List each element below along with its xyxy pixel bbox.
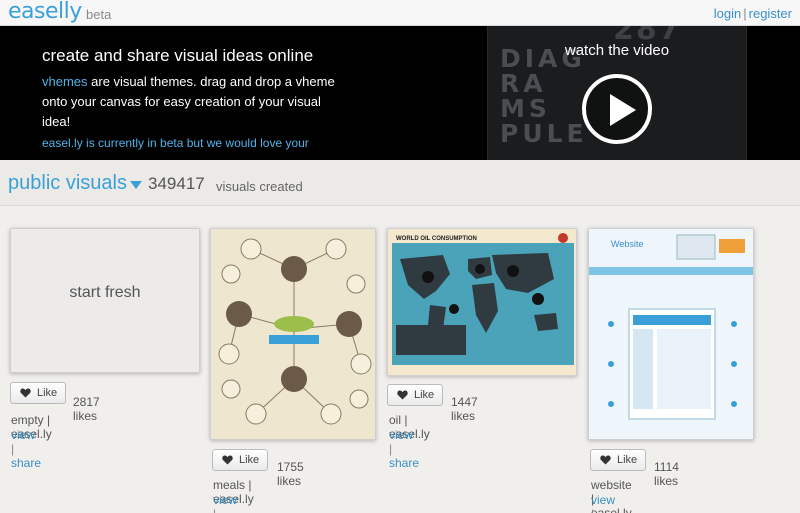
video-bg-line: PULE xyxy=(500,119,588,148)
like-button[interactable]: Like xyxy=(590,449,646,471)
card-links: view | share xyxy=(591,493,621,513)
like-label: Like xyxy=(37,387,58,399)
node xyxy=(281,366,307,392)
website-thumbnail[interactable]: Website xyxy=(588,228,754,440)
video-bg-line: MS xyxy=(500,94,551,123)
video-bg-text: DIAG RA MS PULE xyxy=(500,46,588,146)
card-links: view | share xyxy=(213,493,243,513)
node xyxy=(336,311,362,337)
video-preview[interactable]: 287 DIAG RA MS PULE watch the video xyxy=(487,26,747,160)
meals-thumbnail[interactable] xyxy=(210,228,376,440)
link-separator: | xyxy=(11,442,15,456)
tag xyxy=(719,239,745,253)
link-separator: | xyxy=(389,442,393,456)
share-link[interactable]: share xyxy=(11,456,41,470)
salad-bowl xyxy=(274,316,314,332)
view-link[interactable]: view xyxy=(213,493,237,507)
stripe xyxy=(589,267,753,275)
heart-icon xyxy=(222,455,233,465)
stats-box xyxy=(396,325,466,355)
monitor xyxy=(676,234,716,260)
badge xyxy=(558,233,568,243)
like-button[interactable]: Like xyxy=(387,384,443,406)
beta-label: beta xyxy=(86,7,112,22)
like-button[interactable]: Like xyxy=(212,449,268,471)
start-fresh-label: start fresh xyxy=(69,284,141,301)
hero-title: create and share visual ideas online xyxy=(42,46,314,65)
like-count: 1447 likes xyxy=(451,395,478,423)
link-separator: | xyxy=(591,507,594,513)
like-count: 1114 likes xyxy=(654,460,679,488)
card-links: view | share xyxy=(389,428,419,470)
wire-header xyxy=(633,315,711,325)
like-label: Like xyxy=(239,454,260,466)
node xyxy=(281,256,307,282)
visuals-count: 349417 xyxy=(148,174,205,193)
oil-thumbnail[interactable]: WORLD OIL CONSUMPTION xyxy=(387,228,577,376)
meals-infographic xyxy=(211,229,375,439)
view-link[interactable]: view xyxy=(11,428,35,442)
logo[interactable]: easelly xyxy=(8,0,82,24)
video-bg-line: RA xyxy=(500,69,547,98)
auth-links: login | register xyxy=(714,6,792,21)
register-link[interactable]: register xyxy=(749,6,792,21)
wire-body xyxy=(657,329,711,409)
like-count: 2817 likes xyxy=(73,395,100,423)
wire-sidebar xyxy=(633,329,653,409)
start-fresh-thumbnail[interactable]: start fresh xyxy=(10,228,200,373)
section-title[interactable]: public visuals xyxy=(8,172,127,195)
share-link[interactable]: share xyxy=(389,456,419,470)
auth-separator: | xyxy=(743,6,747,21)
vhemes-link[interactable]: vhemes xyxy=(42,74,88,89)
heart-icon xyxy=(397,390,408,400)
view-link[interactable]: view xyxy=(389,428,413,442)
section-header: public visuals 349417 visuals created xyxy=(0,160,800,206)
node xyxy=(226,301,252,327)
like-count: 1755 likes xyxy=(277,460,304,488)
like-label: Like xyxy=(617,454,638,466)
beverages-banner xyxy=(269,335,319,344)
link-separator: | xyxy=(213,507,216,513)
top-bar: easelly beta login | register xyxy=(0,0,800,26)
play-button[interactable] xyxy=(582,74,652,144)
website-thumb-title: Website xyxy=(611,239,643,249)
watch-video-label: watch the video xyxy=(564,42,670,59)
oil-infographic: WORLD OIL CONSUMPTION xyxy=(388,229,576,375)
website-infographic: Website xyxy=(589,229,753,439)
view-link[interactable]: view xyxy=(591,493,615,507)
hero-banner: create and share visual ideas online vhe… xyxy=(0,26,800,160)
heart-icon xyxy=(20,388,31,398)
play-icon xyxy=(610,94,636,126)
login-link[interactable]: login xyxy=(714,6,741,21)
like-label: Like xyxy=(414,389,435,401)
beta-note: easel.ly is currently in beta but we wou… xyxy=(42,136,309,150)
like-button[interactable]: Like xyxy=(10,382,66,404)
heart-icon xyxy=(600,455,611,465)
hero-description: vhemes are visual themes. drag and drop … xyxy=(42,72,342,132)
card-links: view | share xyxy=(11,428,41,470)
visuals-count-label: visuals created xyxy=(216,179,303,194)
oil-thumb-title: WORLD OIL CONSUMPTION xyxy=(396,236,477,242)
caret-down-icon[interactable] xyxy=(130,181,142,189)
